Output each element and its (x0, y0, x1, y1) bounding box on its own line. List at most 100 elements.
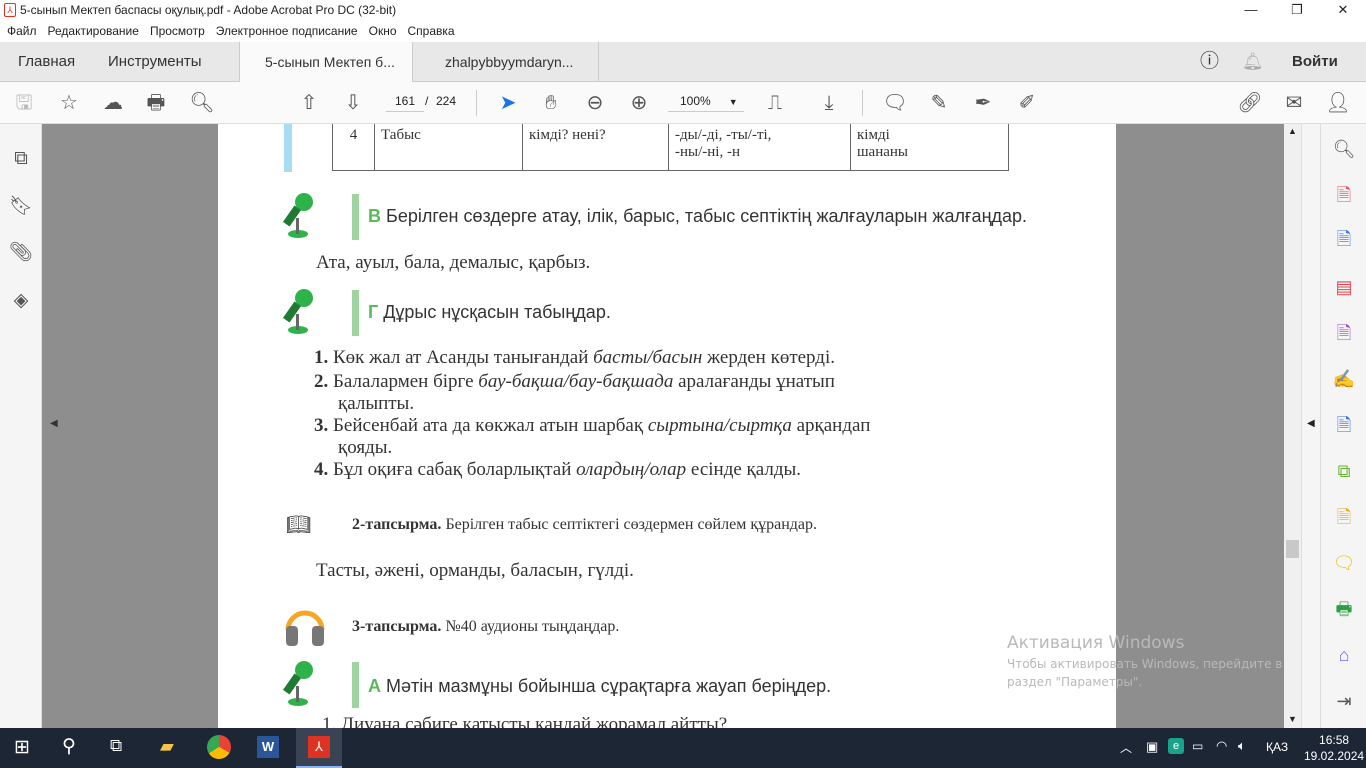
fill-sign-icon[interactable]: ✍ (1331, 368, 1357, 390)
item-continuation: қалыпты. (338, 393, 415, 414)
hand-tool-icon[interactable]: ✋︎ (538, 92, 564, 114)
print-icon[interactable]: 🖶 (143, 92, 169, 114)
tab-document-2[interactable]: zhalpybbyymdaryn... (413, 42, 599, 82)
start-button[interactable]: ⊞ (14, 736, 30, 759)
bell-icon[interactable]: 🔔︎ (1242, 42, 1264, 82)
zoom-select[interactable]: 100% ▼ (668, 94, 744, 112)
task-text: Мәтін мазмұны бойынша сұрақтарға жауап б… (381, 676, 832, 696)
list-item: 4. Бұл оқиға сабақ боларлықтай олардың/о… (314, 458, 1030, 482)
section-bar (352, 290, 359, 336)
right-panel-toggle[interactable]: ◀ (1301, 124, 1320, 728)
acrobat-taskbar-button[interactable]: ⅄ (296, 728, 342, 768)
export-pdf-icon[interactable]: 🗎 (1331, 228, 1357, 250)
chrome-icon[interactable] (207, 735, 231, 759)
scroll-mode-icon[interactable]: ⤓ (816, 92, 842, 114)
task-view-icon[interactable]: ⧉ (110, 736, 122, 756)
collapse-panel-icon[interactable]: ⇥ (1331, 690, 1357, 712)
edit-pdf-icon[interactable]: ✐ (1014, 92, 1040, 114)
create-pdf-icon[interactable]: 🗎 (1331, 184, 1357, 206)
list-item: 3. Бейсенбай ата да көкжал атын шарбақ с… (314, 414, 1030, 458)
task-text: Дұрыс нұсқасын табыңдар. (378, 302, 611, 322)
fit-page-icon[interactable]: ⎍ (762, 92, 788, 114)
save-icon[interactable]: 🖫 (11, 92, 37, 114)
close-button[interactable]: ✕ (1320, 0, 1366, 20)
task-text: №40 аудионы тыңдаңдар. (441, 618, 620, 635)
tab-tools[interactable]: Инструменты (108, 42, 202, 82)
item-choice: бау-бақша/бау-бақшада (478, 371, 674, 392)
task-label: 2-тапсырма. (352, 516, 442, 533)
word-icon[interactable]: W (257, 736, 279, 758)
collapse-right-arrow-icon[interactable]: ◀ (1307, 418, 1315, 429)
minimize-button[interactable]: — (1228, 0, 1274, 20)
search-icon[interactable]: 🔍︎ (189, 92, 215, 114)
sign-icon[interactable]: ✒ (970, 92, 996, 114)
microphone-icon (282, 193, 313, 238)
protect-icon[interactable]: ⌂ (1331, 644, 1357, 666)
bookmark-star-icon[interactable]: ☆ (56, 92, 82, 114)
battery-icon[interactable]: ▭ (1192, 739, 1203, 753)
language-indicator[interactable]: ҚАЗ (1266, 740, 1288, 754)
wifi-icon[interactable]: ◠ (1216, 738, 1227, 754)
compare-icon[interactable]: ⧉ (1331, 460, 1357, 482)
zoom-in-icon[interactable]: ⊕ (626, 92, 652, 114)
eset-icon[interactable]: e (1168, 738, 1184, 754)
help-icon[interactable]: ⓘ (1200, 42, 1219, 82)
menu-esign[interactable]: Электронное подписание (216, 24, 358, 38)
volume-icon[interactable]: 🔈︎ (1238, 738, 1246, 754)
left-navigation-panel: ⧉ 🔖︎ 📎︎ ◈ (0, 124, 42, 728)
search-tool-icon[interactable]: 🔍︎ (1331, 138, 1357, 160)
menu-view[interactable]: Просмотр (150, 24, 205, 38)
select-cursor-icon[interactable]: ➤ (495, 92, 521, 114)
windows-activation-watermark: Активация Windows Чтобы активировать Win… (1007, 633, 1282, 689)
show-hidden-icons[interactable]: ︿ (1120, 739, 1132, 756)
watermark-title: Активация Windows (1007, 633, 1185, 653)
page-down-icon[interactable]: ⇩ (340, 92, 366, 114)
menu-file[interactable]: Файл (7, 24, 37, 38)
divider (862, 90, 863, 116)
zoom-out-icon[interactable]: ⊖ (582, 92, 608, 114)
cloud-upload-icon[interactable]: ☁ (100, 92, 126, 114)
share-pdf-icon[interactable]: 🗎 (1331, 414, 1357, 436)
edit-pdf-tool-icon[interactable]: 🗎 (1331, 322, 1357, 344)
item-number: 4. (314, 459, 329, 480)
microphone-icon (282, 661, 313, 706)
highlight-pen-icon[interactable]: ✎ (926, 92, 952, 114)
comment-icon[interactable]: 🗨︎ (882, 92, 908, 114)
tab-home[interactable]: Главная (18, 42, 75, 82)
clock[interactable]: 16:58 19.02.2024 (1304, 732, 1364, 764)
task-text: Берілген табыс септіктегі сөздермен сөйл… (441, 516, 817, 533)
bookmark-icon[interactable]: 🔖︎ (8, 196, 34, 218)
page-thumbnails-icon[interactable]: ⧉ (8, 148, 34, 170)
scroll-down-icon[interactable]: ▼ (1288, 714, 1297, 724)
add-user-icon[interactable]: 👤︎ (1325, 92, 1351, 114)
menu-edit[interactable]: Редактирование (48, 24, 139, 38)
vertical-scrollbar[interactable]: ▲ ▼ (1284, 124, 1301, 728)
print-production-icon[interactable]: 🖶 (1331, 598, 1357, 620)
layers-icon[interactable]: ◈ (8, 290, 34, 312)
organize-pages-icon[interactable]: ▤ (1331, 276, 1357, 298)
collapse-left-arrow-icon[interactable]: ◀ (50, 418, 58, 429)
task-v-heading: В Берілген сөздерге атау, ілік, барыс, т… (368, 206, 1027, 227)
signin-button[interactable]: Войти (1292, 42, 1338, 82)
scroll-thumb[interactable] (1286, 540, 1299, 558)
divider (476, 90, 477, 116)
attachment-icon[interactable]: 📎︎ (8, 242, 34, 264)
table-row: 4 Табыс кімді? нені? -ды/-ді, -ты/-ті, -н… (332, 124, 1009, 171)
comment-tool-icon[interactable]: 🗨︎ (1331, 552, 1357, 574)
menu-help[interactable]: Справка (408, 24, 455, 38)
menu-window[interactable]: Окно (369, 24, 397, 38)
file-explorer-icon[interactable]: ▰ (160, 736, 174, 757)
tab-document-1[interactable]: 5-сынып Мектеп б... ✕ (239, 42, 413, 110)
page-number-input[interactable]: 161 (386, 94, 424, 112)
meet-now-icon[interactable]: ▣ (1146, 739, 1158, 755)
page-up-icon[interactable]: ⇧ (296, 92, 322, 114)
search-taskbar-icon[interactable]: ⚲ (62, 735, 76, 758)
send-comments-icon[interactable]: 🗎 (1331, 506, 1357, 528)
scroll-up-icon[interactable]: ▲ (1288, 126, 1297, 136)
headphones-icon (285, 610, 325, 646)
share-link-icon[interactable]: 🔗︎ (1237, 92, 1263, 114)
maximize-button[interactable]: ❐ (1274, 0, 1320, 20)
list-item: 2. Балалармен бірге бау-бақша/бау-бақшад… (314, 370, 1030, 414)
table-cell: кімді? нені? (522, 124, 669, 171)
email-icon[interactable]: ✉ (1281, 92, 1307, 114)
